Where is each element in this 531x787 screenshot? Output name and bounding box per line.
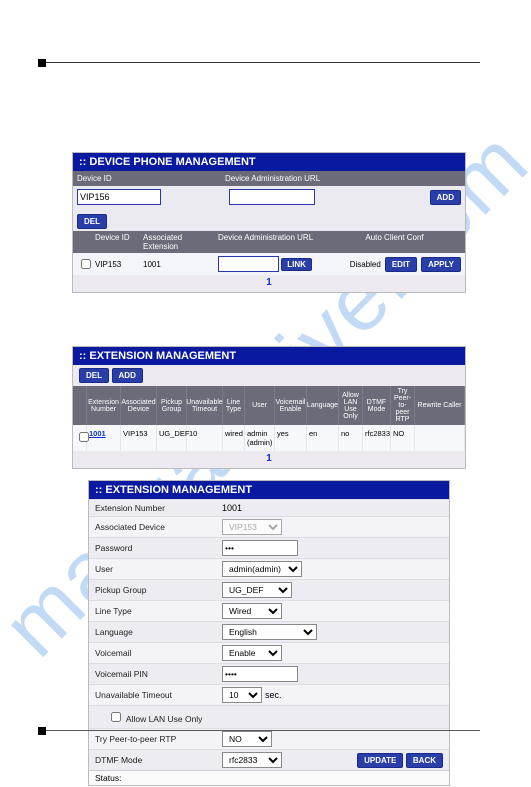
line-select[interactable]: Wired (222, 603, 282, 619)
lbl-lan: Allow LAN Use Only (126, 714, 203, 724)
lbl-password: Password (89, 540, 216, 556)
cell-line: wired (223, 425, 245, 451)
row-checkbox[interactable] (81, 259, 91, 269)
user-select[interactable]: admin(admin) (222, 561, 302, 577)
password-input[interactable] (222, 540, 298, 556)
hdr-device-id: Device ID (73, 171, 221, 186)
panel1-note: 1 (73, 275, 465, 292)
cell-unavail: 10 (187, 425, 223, 451)
vpin-input[interactable] (222, 666, 298, 682)
vmail-select[interactable]: Enable (222, 645, 282, 661)
cell-assoc: VIP153 (121, 425, 157, 451)
cell-lan: no (339, 425, 363, 451)
extension-form-panel: :: EXTENSION MANAGEMENT Extension Number… (88, 480, 450, 786)
panel2-note: 1 (73, 451, 465, 468)
del-button[interactable]: DEL (77, 214, 107, 229)
top-rule (40, 62, 480, 63)
sub-assoc-ext: Associated Extension (139, 231, 214, 253)
status-label: Status: (89, 770, 449, 785)
cell-user: admin (admin) (245, 425, 275, 451)
row-device-id: VIP153 (91, 257, 139, 272)
lbl-rtp: Try Peer-to-peer RTP (89, 731, 216, 747)
ext-no-link[interactable]: 1001 (89, 429, 106, 438)
rtp-select[interactable]: NO (222, 731, 272, 747)
ext-add-button[interactable]: ADD (112, 368, 143, 383)
cell-caller (415, 425, 465, 451)
unavail-select[interactable]: 10 (222, 687, 262, 703)
col-user: User (245, 386, 275, 425)
lbl-lang: Language (89, 624, 216, 640)
assoc-select[interactable]: VIP153 (222, 519, 282, 535)
sub-auto-client: Auto Client Conf (324, 231, 465, 253)
top-square (38, 59, 46, 67)
row-auto-status: Disabled (350, 260, 381, 269)
sub-admin-url: Device Administration URL (214, 231, 324, 253)
lbl-pickup: Pickup Group (89, 582, 216, 598)
lbl-assoc: Associated Device (89, 519, 216, 535)
lbl-dtmf: DTMF Mode (89, 752, 216, 768)
back-button[interactable]: BACK (406, 753, 443, 768)
cell-pickup: UG_DEF (157, 425, 187, 451)
cell-vmail: yes (275, 425, 307, 451)
apply-button[interactable]: APPLY (421, 257, 461, 272)
update-button[interactable]: UPDATE (357, 753, 403, 768)
lbl-user: User (89, 561, 216, 577)
pickup-select[interactable]: UG_DEF (222, 582, 292, 598)
panel3-title: :: EXTENSION MANAGEMENT (89, 481, 449, 499)
edit-button[interactable]: EDIT (385, 257, 417, 272)
lbl-ext-no: Extension Number (89, 500, 216, 516)
panel-title: :: DEVICE PHONE MANAGEMENT (73, 153, 465, 171)
unavail-unit: sec. (265, 690, 282, 700)
col-assoc: Associated Device (121, 386, 157, 425)
col-lang: Language (307, 386, 339, 425)
ext-del-button[interactable]: DEL (79, 368, 109, 383)
panel2-title: :: EXTENSION MANAGEMENT (73, 347, 465, 365)
row-ext: 1001 (139, 257, 214, 272)
col-line: Line Type (223, 386, 245, 425)
lbl-line: Line Type (89, 603, 216, 619)
row-url-input[interactable] (218, 256, 279, 272)
col-ext-no: Extension Number (87, 386, 121, 425)
lbl-unavail: Unavailable Timeout (89, 687, 216, 703)
device-id-input[interactable] (77, 189, 161, 205)
extension-management-panel: :: EXTENSION MANAGEMENT DEL ADD Extensio… (72, 346, 466, 469)
dtmf-select[interactable]: rfc2833 (222, 752, 282, 768)
sub-device-id: Device ID (91, 231, 139, 253)
cell-dtmf: rfc2833 (363, 425, 391, 451)
val-ext-no: 1001 (222, 503, 242, 513)
lbl-vmail: Voicemail (89, 645, 216, 661)
bottom-rule (40, 730, 480, 731)
lbl-vpin: Voicemail PIN (89, 666, 216, 682)
bottom-square (38, 727, 46, 735)
lang-select[interactable]: English (222, 624, 317, 640)
col-vmail: Voicemail Enable (275, 386, 307, 425)
col-lan: Allow LAN Use Only (339, 386, 363, 425)
add-button[interactable]: ADD (430, 190, 461, 205)
device-phone-management-panel: :: DEVICE PHONE MANAGEMENT Device ID Dev… (72, 152, 466, 293)
table-row: 1001 VIP153 UG_DEF 10 wired admin (admin… (73, 425, 465, 451)
cell-lang: en (307, 425, 339, 451)
col-unavail: Unavailable Timeout (187, 386, 223, 425)
col-caller: Rewrite Caller (415, 386, 465, 425)
col-dtmf: DTMF Mode (363, 386, 391, 425)
col-rtp: Try Peer-to-peer RTP (391, 386, 415, 425)
lan-checkbox[interactable] (111, 712, 121, 722)
admin-url-input[interactable] (229, 189, 315, 205)
cell-rtp: NO (391, 425, 415, 451)
col-pickup: Pickup Group (157, 386, 187, 425)
link-button[interactable]: LINK (281, 258, 312, 271)
hdr-admin-url: Device Administration URL (221, 171, 465, 186)
